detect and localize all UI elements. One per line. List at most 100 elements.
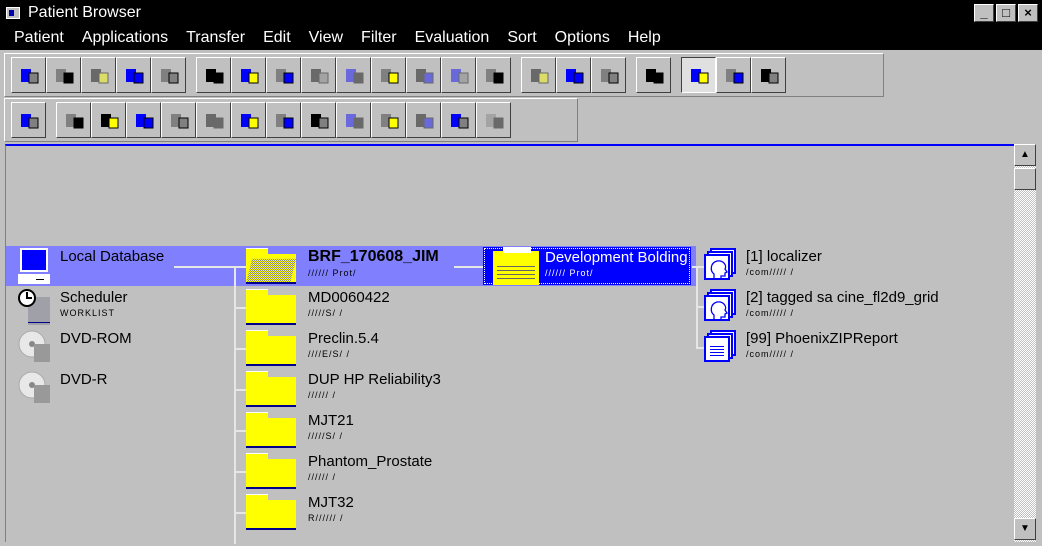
send-button[interactable] [231,57,266,93]
folder-icon [246,412,296,449]
refresh-icon [643,64,665,86]
trash-button[interactable] [441,57,476,93]
tree-view-icon [528,64,550,86]
patient-name: BRF_170608_JIM [308,248,439,265]
query-retrieve-icon [448,109,470,131]
circle-button[interactable] [336,57,371,93]
scroll-thumb[interactable] [1014,168,1036,190]
title-bar: Patient Browser _ □ × [0,0,1042,26]
tree-button[interactable] [371,57,406,93]
menu-applications[interactable]: Applications [82,29,168,47]
edit-patient-icon [158,64,180,86]
scroll-down-button[interactable]: ▼ [1014,518,1036,540]
patient-item[interactable]: DUP HP Reliability3 ////// / [246,371,441,408]
patient-info-button[interactable] [46,57,81,93]
edit-patient-button[interactable] [151,57,186,93]
study-item-selected[interactable]: Development Bolding ////// Prot/ [483,247,691,285]
patient-sub: ////E/S/ / [308,349,351,359]
scroll-up-button[interactable]: ▲ [1014,144,1036,166]
menu-options[interactable]: Options [555,29,610,47]
clock-icon [18,289,50,330]
query-button[interactable] [161,102,196,138]
source-local-database[interactable]: Local Database [18,248,164,289]
series-item[interactable]: [1] localizer/com///// / [704,248,822,280]
help-button[interactable] [476,102,511,138]
close-button[interactable]: × [1018,4,1038,22]
folder-icon [246,330,296,367]
tree-view-button[interactable] [521,57,556,93]
patient-name: Phantom_Prostate [308,453,433,470]
maximize-button[interactable]: □ [996,4,1016,22]
source-dvd-r[interactable]: DVD-R [18,371,108,412]
patient-tree: Local Database Scheduler WORKLIST DVD-ROM DV… [5,144,1015,544]
refresh-button[interactable] [636,57,671,93]
patient-sub: /////S/ / [308,308,344,318]
send-print-button[interactable] [336,102,371,138]
import-button[interactable] [56,102,91,138]
archive-button[interactable] [196,102,231,138]
checklist-button[interactable] [11,102,46,138]
camera-button[interactable] [716,57,751,93]
source-label: DVD-ROM [60,330,132,347]
patient-name: MJT21 [308,412,354,429]
correct-button[interactable] [116,57,151,93]
menu-view[interactable]: View [309,29,343,47]
menu-edit[interactable]: Edit [263,29,291,47]
patient-item[interactable]: Preclin.5.4 ////E/S/ / [246,330,379,367]
report-icon [704,330,736,362]
source-dvd-rom[interactable]: DVD-ROM [18,330,132,371]
copy-net-button[interactable] [301,102,336,138]
noise-button[interactable] [301,57,336,93]
vertical-scrollbar[interactable]: ▲ ▼ [1014,144,1036,542]
menu-sort[interactable]: Sort [507,29,536,47]
patient-item[interactable]: BRF_170608_JIM ////// Prot/ [246,248,439,285]
patient-item[interactable]: MD0060422 /////S/ / [246,289,390,326]
help-icon [483,109,505,131]
queue-button[interactable] [371,102,406,138]
verify-button[interactable] [231,102,266,138]
send-print-icon [343,109,365,131]
patient-info-icon [53,64,75,86]
close-view-button[interactable] [681,57,716,93]
transfer-button[interactable] [751,57,786,93]
copy-local-button[interactable] [266,102,301,138]
source-label: Local Database [60,248,165,265]
viewer-button[interactable] [196,57,231,93]
cut-button[interactable] [556,57,591,93]
folder-icon [246,494,296,531]
pen-button[interactable] [406,57,441,93]
source-sub: WORKLIST [60,308,116,318]
source-scheduler[interactable]: Scheduler WORKLIST [18,289,128,330]
series-item[interactable]: [99] PhoenixZIPReport/com///// / [704,330,898,362]
copy-net-icon [308,109,330,131]
merge-button[interactable] [81,57,116,93]
filter-button[interactable] [406,102,441,138]
series-sub: /com///// / [746,308,795,318]
menu-transfer[interactable]: Transfer [186,29,245,47]
register-patient-button[interactable] [11,57,46,93]
study-icon [493,247,539,285]
menu-help[interactable]: Help [628,29,661,47]
query-retrieve-button[interactable] [441,102,476,138]
patient-item[interactable]: MJT21 /////S/ / [246,412,354,449]
patient-sub: ////// Prot/ [308,268,357,278]
minimize-button[interactable]: _ [974,4,994,22]
patient-item[interactable]: MJT32 R////// / [246,494,354,531]
folder-icon [246,289,296,326]
patient-item[interactable]: Phantom_Prostate ////// / [246,453,432,490]
study-label: Development Bolding [545,249,688,266]
delete-icon [598,64,620,86]
series-item[interactable]: [2] tagged sa cine_fl2d9_grid/com///// / [704,289,939,321]
series-sub: /com///// / [746,267,795,277]
document-button[interactable] [266,57,301,93]
menu-evaluation[interactable]: Evaluation [415,29,490,47]
menu-patient[interactable]: Patient [14,29,64,47]
patient-sub: R////// / [308,513,344,523]
menu-filter[interactable]: Filter [361,29,397,47]
document-icon [273,64,295,86]
export-button[interactable] [91,102,126,138]
grid-button[interactable] [126,102,161,138]
network-button[interactable] [476,57,511,93]
cut-icon [563,64,585,86]
delete-button[interactable] [591,57,626,93]
